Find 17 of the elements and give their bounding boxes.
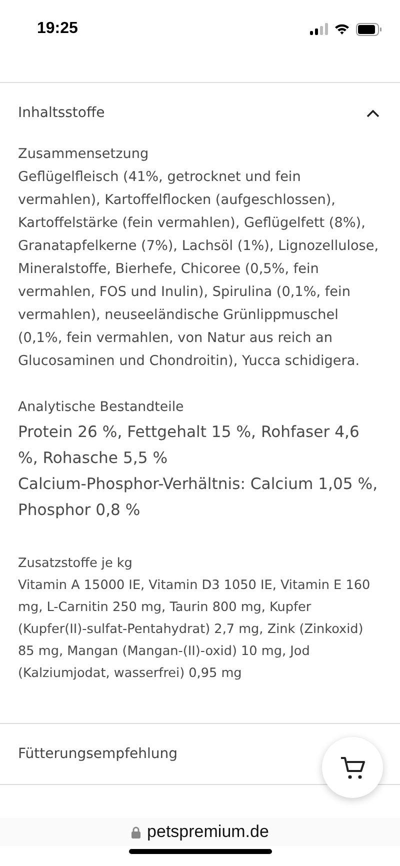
accordion-header[interactable]: Inhaltsstoffe <box>0 83 400 143</box>
signal-icon <box>310 23 328 35</box>
lock-icon <box>131 826 142 838</box>
cart-icon <box>340 756 366 780</box>
subheading: Zusammensetzung <box>18 145 150 164</box>
subheading: Zusatzstoffe je kg <box>18 555 134 573</box>
wifi-icon <box>334 23 350 35</box>
chevron-up-icon <box>366 108 380 118</box>
paragraph: Protein 26 %, Fettgehalt 15 %, Rohfaser 4,6 %, Rohasche 5,5 % <box>18 422 360 469</box>
subheading: Analytische Bestandteile <box>18 399 185 417</box>
accordion-header[interactable]: Fütterungsempfehlung <box>0 724 400 784</box>
paragraph: Geflügelfleisch (41%, getrocknet und fein vermahlen), Kartoffelflocken (aufgeschlossen), Kartoffelstärke (fein vermahlen), Geflügelfett (8%), Granatapfelkerne (7%), Lachsöl (1%), Lignozellulose, Mineralstoffe, Bierhefe, Chicoree (0,5%, fein vermahlen, FOS und Inulin), Spirulina (0,1%, fein vermahlen), neuseeländische Grünlippmuschel (0,1%, fein vermahlen, von Natur aus reich an Glucosaminen und Chondroitin), Yucca schidigera. <box>18 168 380 371</box>
paragraph: Calcium-Phosphor-Verhältnis: Calcium 1,05 %, Phosphor 0,8 % <box>18 474 379 521</box>
paragraph: Vitamin A 15000 IE, Vitamin D3 1050 IE, Vitamin E 160 mg, L-Carnitin 250 mg, Taurin 800 mg, Kupfer (Kupfer(II)-sulfat-Pentahydrat) 2,7 mg, Zink (Zinkoxid) 85 mg, Mangan (Mangan-(II)-oxid) 10 mg, Jod (Kalziumjodat, wasserfrei) 0,95 mg <box>18 577 372 683</box>
cart-button[interactable] <box>322 737 383 798</box>
status-time: 19:25 <box>37 20 78 38</box>
battery-icon <box>356 22 382 36</box>
